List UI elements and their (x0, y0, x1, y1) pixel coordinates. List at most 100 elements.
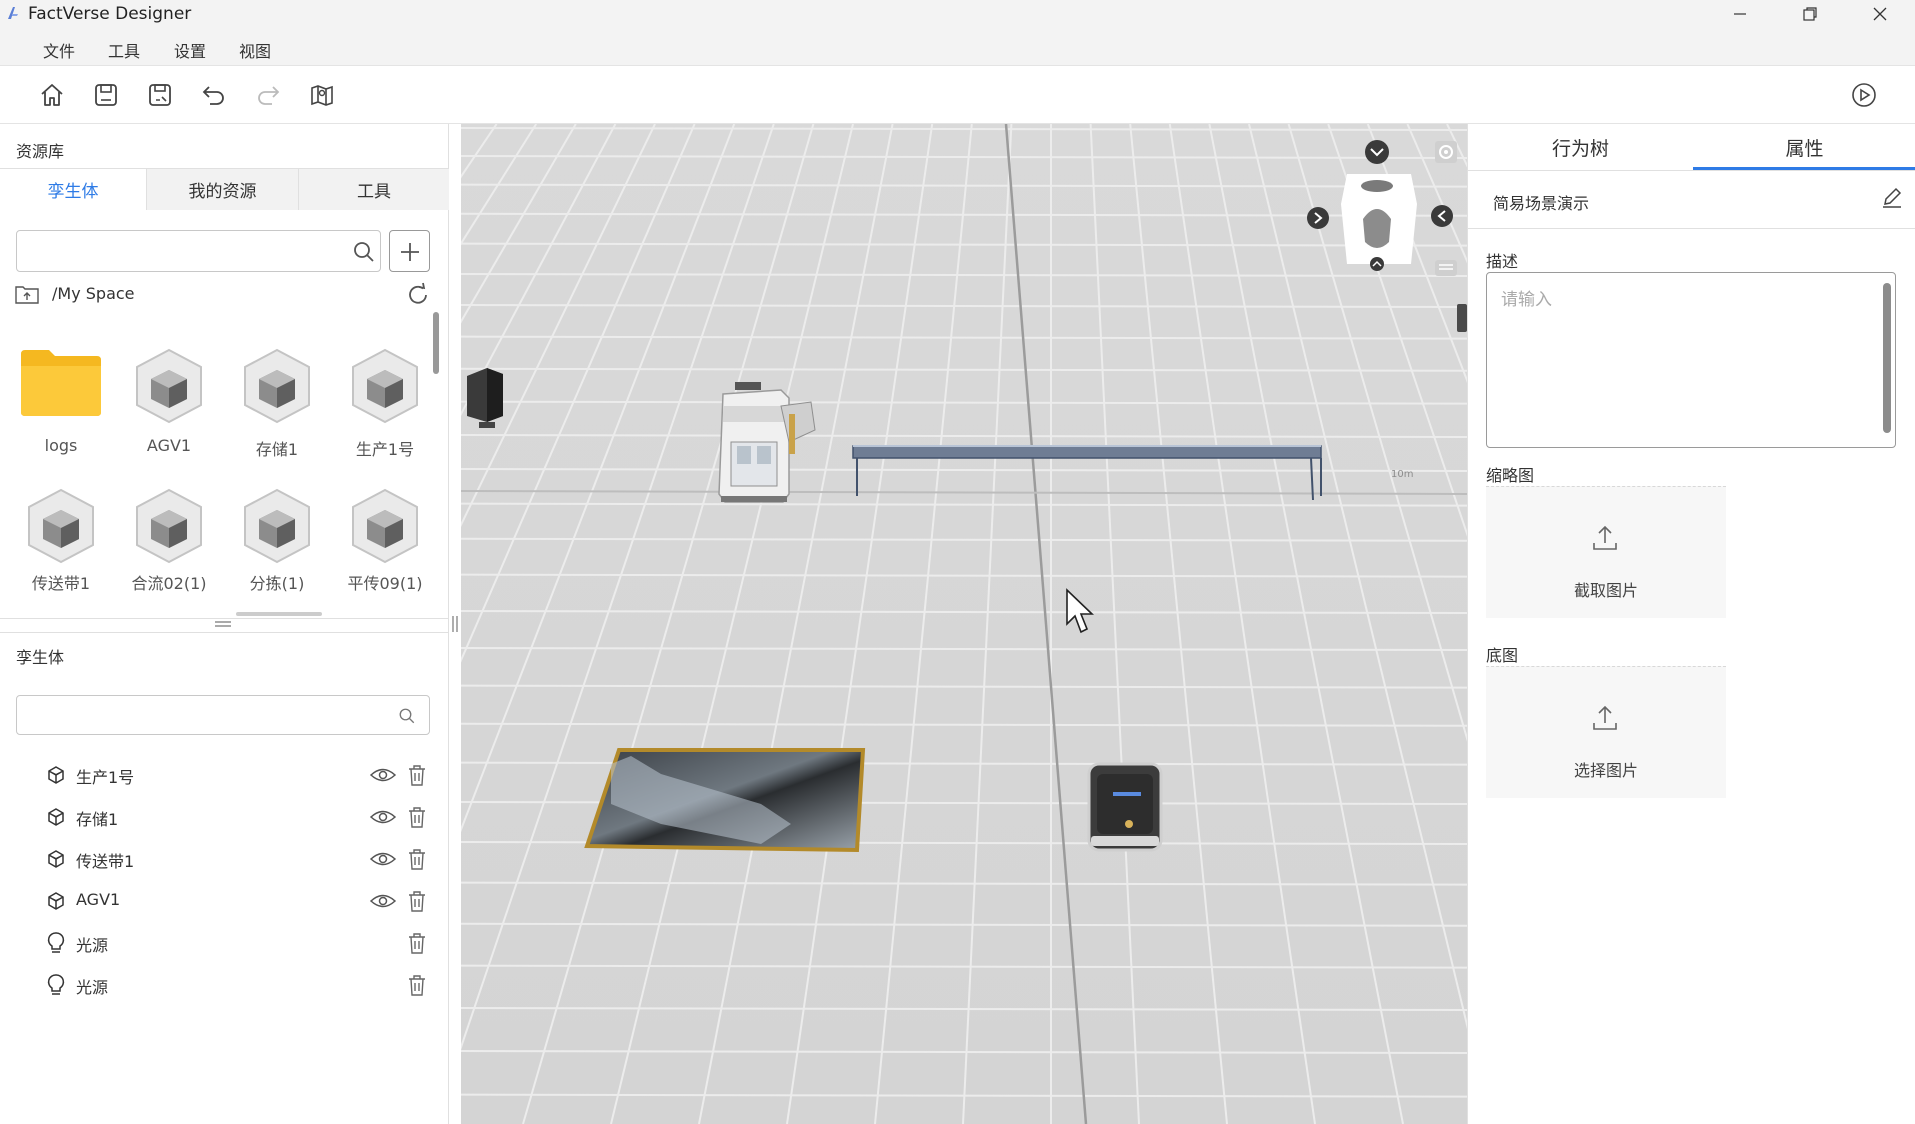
cube-icon (48, 766, 64, 784)
asset-label: 合流02(1) (131, 574, 207, 593)
trash-icon[interactable] (408, 974, 426, 996)
model-cube-icon (136, 488, 202, 564)
refresh-icon[interactable] (405, 282, 431, 308)
edit-icon[interactable] (1881, 186, 1903, 208)
menu-view[interactable]: 视图 (239, 38, 271, 62)
resource-search-input[interactable] (16, 230, 381, 272)
asset-grid-hscroll[interactable] (236, 612, 322, 616)
minimize-icon (1734, 13, 1746, 15)
select-image-label: 选择图片 (1573, 761, 1638, 780)
save-icon (95, 84, 117, 106)
redo-button[interactable] (251, 78, 285, 112)
view-left-button[interactable] (1431, 205, 1453, 227)
add-resource-button[interactable] (389, 230, 430, 272)
eye-icon[interactable] (370, 808, 396, 826)
asset-checkbox[interactable] (133, 332, 147, 351)
save-button[interactable] (89, 78, 123, 112)
map-button[interactable] (305, 78, 339, 112)
panel-splitter[interactable] (449, 124, 461, 1124)
asset-checkbox[interactable] (25, 472, 39, 491)
scene-viewport[interactable]: 10m (461, 124, 1467, 1124)
asset-label: 传送带1 (31, 574, 91, 593)
twin-item-light-1[interactable]: 光源 (46, 928, 436, 958)
twin-item-light-2[interactable]: 光源 (46, 970, 436, 1000)
model-cube-icon (352, 488, 418, 564)
viewport-side-handle[interactable] (1457, 304, 1467, 332)
description-textarea[interactable]: 请输入 (1486, 272, 1896, 448)
asset-model-merge02[interactable]: 合流02(1) (119, 474, 219, 604)
search-icon[interactable] (398, 707, 416, 725)
asset-model-sort1[interactable]: 分拣(1) (227, 474, 327, 604)
close-button[interactable] (1846, 0, 1914, 28)
twin-label: 存储1 (76, 810, 119, 829)
eye-icon[interactable] (370, 850, 396, 868)
asset-grid-scrollbar[interactable] (433, 312, 439, 374)
twin-item-storage1[interactable]: 存储1 (46, 802, 436, 832)
twin-item-conveyor1[interactable]: 传送带1 (46, 844, 436, 874)
search-icon[interactable] (352, 240, 376, 264)
tab-properties[interactable]: 属性 (1693, 124, 1915, 170)
minimize-button[interactable] (1706, 0, 1774, 28)
storage-area-object[interactable] (584, 748, 866, 853)
asset-model-production1[interactable]: 生产1号 (335, 332, 435, 462)
play-button[interactable] (1847, 78, 1881, 112)
tab-twins[interactable]: 孪生体 (0, 169, 146, 210)
view-right-button[interactable] (1307, 207, 1329, 229)
twin-item-agv1[interactable]: AGV1 (46, 886, 436, 916)
folder-up-icon[interactable] (15, 284, 39, 304)
asset-model-transfer09[interactable]: 平传09(1) (335, 474, 435, 604)
redo-icon (258, 86, 280, 105)
model-cube-icon (352, 348, 418, 424)
current-path: /My Space (52, 284, 135, 303)
tab-tools[interactable]: 工具 (298, 169, 449, 210)
focus-button[interactable] (1435, 141, 1457, 163)
menu-tools[interactable]: 工具 (108, 38, 140, 62)
trash-icon[interactable] (408, 764, 426, 786)
capture-thumbnail-button[interactable]: 截取图片 (1486, 486, 1726, 618)
asset-label: 生产1号 (355, 440, 415, 459)
eye-icon[interactable] (370, 766, 396, 784)
splitter-handle-icon[interactable] (213, 620, 233, 628)
twin-label: 光源 (76, 978, 109, 997)
asset-model-storage1[interactable]: 存储1 (227, 332, 327, 462)
window-title: FactVerse Designer (28, 4, 192, 24)
trash-icon[interactable] (408, 806, 426, 828)
save-as-button[interactable] (143, 78, 177, 112)
keyboard-button[interactable] (1435, 260, 1457, 276)
trash-icon[interactable] (408, 932, 426, 954)
asset-checkbox[interactable] (241, 332, 255, 351)
select-base-map-button[interactable]: 选择图片 (1486, 666, 1726, 798)
home-button[interactable] (35, 78, 69, 112)
base-map-label: 底图 (1486, 646, 1519, 665)
restore-button[interactable] (1776, 0, 1844, 28)
model-cube-icon (28, 488, 94, 564)
asset-folder-logs[interactable]: logs (11, 332, 111, 462)
scene-canvas[interactable]: 10m (461, 124, 1467, 1124)
view-down-button[interactable] (1365, 140, 1389, 164)
undo-button[interactable] (197, 78, 231, 112)
asset-model-agv1[interactable]: AGV1 (119, 332, 219, 462)
check-icon (134, 335, 146, 346)
twin-item-production1[interactable]: 生产1号 (46, 760, 436, 790)
agv-object[interactable] (1087, 762, 1163, 852)
asset-label: AGV1 (146, 436, 192, 455)
menu-file[interactable]: 文件 (43, 38, 75, 62)
splitter-handle-icon[interactable] (451, 614, 459, 634)
menu-settings[interactable]: 设置 (174, 38, 206, 62)
asset-checkbox[interactable] (349, 332, 363, 351)
twin-search-input[interactable] (16, 695, 430, 735)
twin-label: AGV1 (76, 890, 121, 909)
textarea-scrollbar[interactable] (1883, 283, 1891, 433)
eye-icon[interactable] (370, 892, 396, 910)
divider (1468, 170, 1915, 171)
asset-model-conveyor1[interactable]: 传送带1 (11, 474, 111, 604)
lightbulb-icon (47, 974, 65, 995)
model-cube-icon (244, 348, 310, 424)
check-icon (350, 335, 362, 346)
tab-my-resources[interactable]: 我的资源 (146, 169, 298, 210)
trash-icon[interactable] (408, 890, 426, 912)
twin-label: 传送带1 (76, 852, 135, 871)
trash-icon[interactable] (408, 848, 426, 870)
tab-behavior-tree[interactable]: 行为树 (1468, 124, 1693, 170)
resource-tabs: 孪生体 我的资源 工具 (0, 168, 449, 210)
